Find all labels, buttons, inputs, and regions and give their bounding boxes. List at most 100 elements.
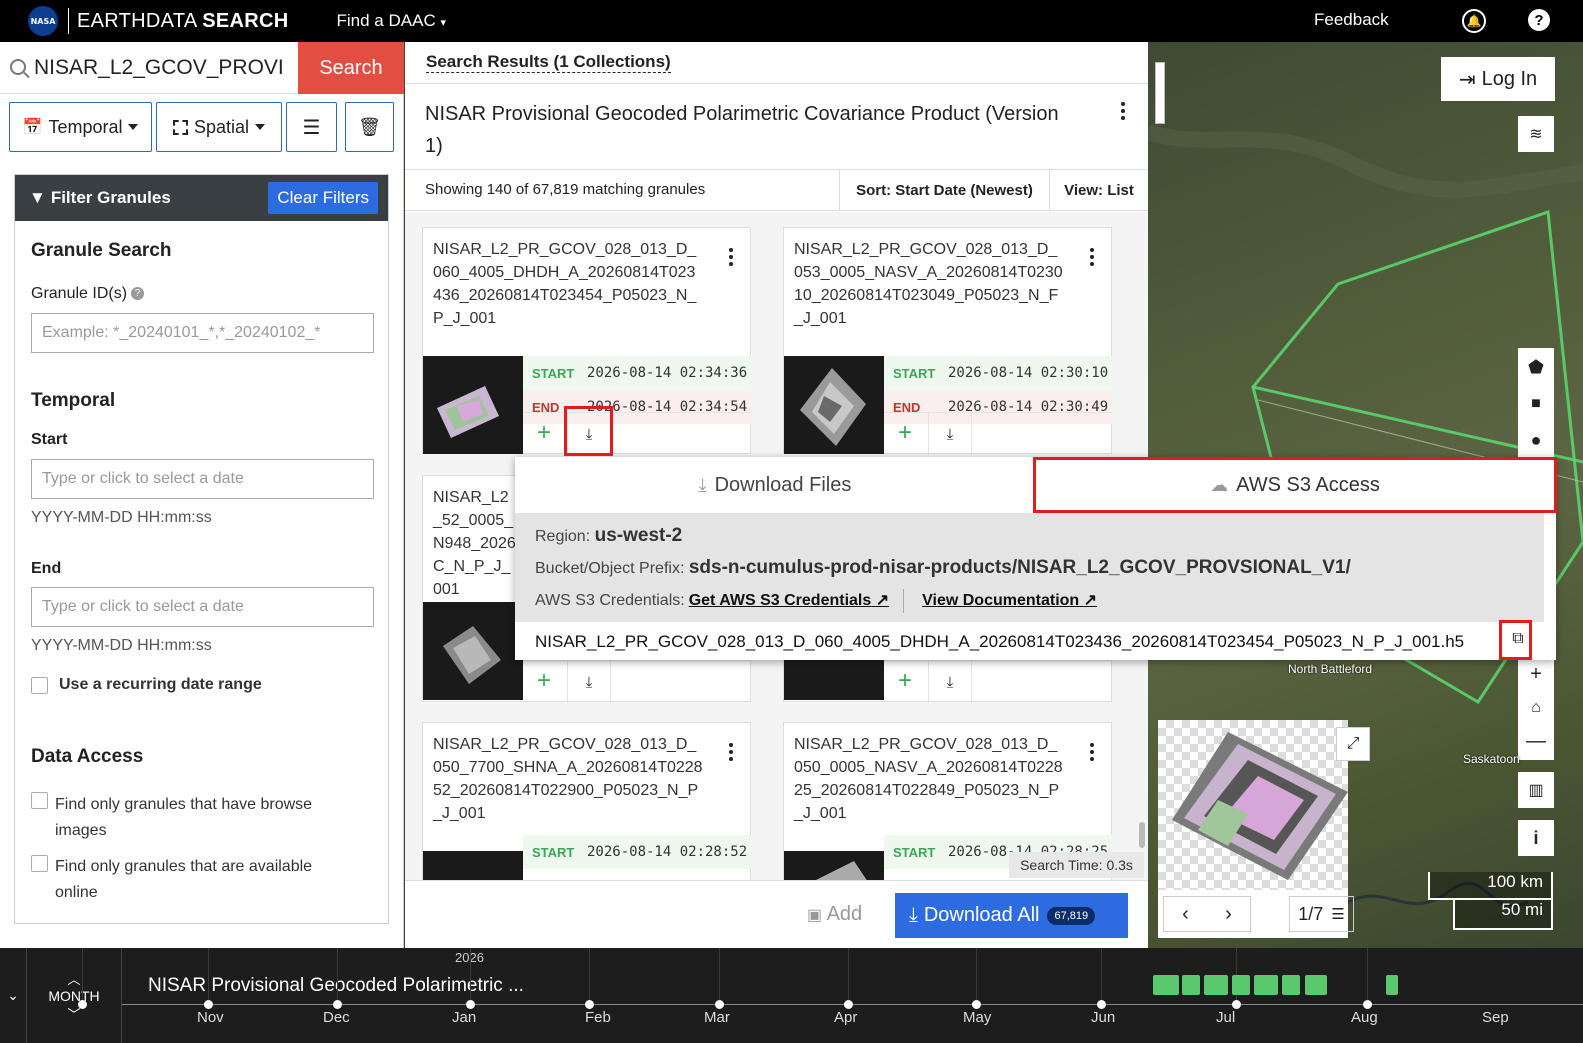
granule-name: NISAR_L2_PR_GCOV_028_013_D_053_0005_NASV… (794, 241, 1063, 327)
advanced-search-button[interactable]: ☰ (286, 102, 337, 152)
home-icon[interactable]: ⌂ (1531, 699, 1541, 717)
timeline-month-label[interactable]: Jun (1091, 1009, 1115, 1026)
timeline-month-label[interactable]: Jul (1216, 1009, 1235, 1026)
start-key: START (532, 844, 575, 860)
circle-draw-icon[interactable]: ● (1531, 430, 1542, 451)
expand-icon[interactable]: ⤢ (1336, 727, 1370, 761)
online-only-checkbox[interactable] (31, 855, 48, 872)
timeline-month-label[interactable]: Mar (704, 1009, 730, 1026)
granule-ids-label-text: Granule ID(s) (31, 285, 128, 302)
spatial-filter-button[interactable]: Spatial (156, 102, 282, 152)
granule-card[interactable]: NISAR_L2_PR_GCOV_028_013_D_053_0005_NASV… (783, 227, 1112, 455)
polygon-draw-icon[interactable]: ⬟ (1528, 357, 1544, 378)
granule-thumbnail[interactable] (423, 602, 523, 700)
timeline-month-label[interactable]: Nov (197, 1009, 224, 1026)
question-circle-icon[interactable]: ? (131, 287, 145, 301)
start-date-input[interactable]: Type or click to select a date (31, 459, 374, 499)
granule-card[interactable]: NISAR_L2_PR_GCOV_028_013_D_050_7700_SHNA… (422, 722, 751, 880)
granule-menu-icon[interactable] (1090, 743, 1094, 764)
clear-filters-button[interactable]: Clear Filters (268, 182, 378, 214)
download-icon[interactable]: ⤓ (928, 661, 972, 703)
map-projection-icon[interactable]: ▥ (1518, 772, 1554, 808)
start-date-hint: YYYY-MM-DD HH:mm:ss (31, 509, 212, 526)
download-all-button[interactable]: ⤓ Download All 67,819 (895, 893, 1128, 938)
zoom-in-icon[interactable]: + (1530, 663, 1542, 686)
granule-thumbnail[interactable] (784, 851, 884, 880)
filter-granules-title: Filter Granules (50, 188, 171, 207)
timeline-month-label[interactable]: Feb (585, 1009, 611, 1026)
divider (405, 83, 1148, 84)
info-icon[interactable]: i (1518, 820, 1554, 856)
login-button[interactable]: ⇥ Log In (1441, 57, 1555, 101)
preview-page-count: 1/7 (1298, 903, 1324, 924)
cloud-icon: ☁ (1210, 474, 1229, 495)
tab-download-files[interactable]: ⤓ Download Files (515, 457, 1035, 513)
add-to-project-button[interactable]: ▣ Add (807, 903, 862, 926)
chevron-right-icon[interactable]: › (1225, 903, 1232, 926)
search-bar: Search (0, 42, 404, 94)
granule-menu-icon[interactable] (729, 248, 733, 269)
collection-menu-icon[interactable] (1121, 102, 1125, 123)
view-documentation-link[interactable]: View Documentation ↗ (922, 592, 1097, 609)
zoom-up-icon[interactable]: ︿ (67, 969, 80, 988)
end-date-hint: YYYY-MM-DD HH:mm:ss (31, 637, 212, 654)
search-input[interactable] (34, 54, 284, 82)
thumbnail-image (443, 626, 501, 684)
feedback-link[interactable]: Feedback (1314, 10, 1389, 30)
temporal-filter-button[interactable]: 📅 Temporal (9, 102, 152, 152)
recurring-checkbox[interactable] (31, 677, 48, 694)
timeline-granule-bar (1204, 975, 1228, 995)
download-icon[interactable]: ⤓ (928, 413, 972, 455)
download-icon[interactable]: ⤓ (567, 661, 611, 703)
granule-thumbnail[interactable] (423, 356, 523, 454)
download-all-label: Download All (923, 904, 1040, 926)
list-icon: ☰ (1331, 906, 1345, 923)
preview-page[interactable]: 1/7 ☰ (1289, 896, 1354, 932)
earthdata-search-brand[interactable]: EARTHDATA SEARCH (77, 10, 289, 33)
find-daac-menu[interactable]: Find a DAAC ▾ (337, 11, 446, 31)
download-popover: ⤓ Download Files ☁ AWS S3 Access Region: u… (515, 457, 1556, 660)
granule-ids-label: Granule ID(s)? (31, 285, 145, 303)
granule-menu-icon[interactable] (1090, 248, 1094, 269)
chevron-left-icon[interactable]: ‹ (1182, 903, 1189, 926)
timeline-month-label[interactable]: Jan (452, 1009, 476, 1026)
granule-thumbnail[interactable] (423, 851, 523, 880)
search-button[interactable]: Search (298, 42, 404, 94)
zoom-out-icon[interactable]: — (1526, 730, 1546, 753)
timeline-dot (1363, 1000, 1372, 1009)
results-scrollbar[interactable] (1139, 822, 1145, 848)
sort-dropdown[interactable]: Sort: Start Date (Newest) (839, 170, 1049, 210)
search-sidebar: Search 📅 Temporal Spatial ☰ 🗑 ▼Filter Gra… (0, 42, 404, 948)
granule-menu-icon[interactable] (729, 743, 733, 764)
collapse-timeline-icon[interactable]: ⌄ (0, 948, 27, 1043)
tab-aws-s3-access[interactable]: ☁ AWS S3 Access (1035, 457, 1555, 513)
panel-resize-handle[interactable] (1155, 62, 1165, 124)
notification-bell-icon[interactable]: 🔔 (1462, 9, 1486, 33)
granule-card[interactable]: NISAR_L2_PR_GCOV_028_013_D_060_4005_DHDH… (422, 227, 751, 455)
add-granule-icon[interactable]: + (537, 667, 551, 695)
granule-ids-input[interactable]: Example: *_20240101_*,*_20240102_* (31, 313, 374, 353)
copy-icon[interactable]: ⧉ (1503, 623, 1533, 655)
download-icon[interactable]: ⤓ (567, 413, 611, 455)
search-results-tab[interactable]: Search Results (1 Collections) (426, 52, 671, 73)
browse-image-preview: ⤢ ‹ › 1/7 ☰ (1158, 720, 1370, 938)
view-dropdown[interactable]: View: List (1049, 170, 1148, 210)
layers-icon[interactable]: ≋ (1518, 116, 1554, 152)
clear-all-button[interactable]: 🗑 (345, 102, 394, 152)
timeline-month-label[interactable]: Dec (323, 1009, 350, 1026)
rectangle-draw-icon[interactable]: ■ (1531, 395, 1541, 413)
nasa-logo[interactable]: NASA (28, 6, 58, 36)
timeline-month-label[interactable]: May (963, 1009, 991, 1026)
add-granule-icon[interactable]: + (537, 419, 551, 447)
browse-only-checkbox[interactable] (31, 792, 48, 809)
get-credentials-link[interactable]: Get AWS S3 Credentials ↗ (689, 592, 889, 609)
end-date-input[interactable]: Type or click to select a date (31, 587, 374, 627)
timeline[interactable]: ⌄ ︿ MONTH ﹀ 2026 NISAR Provisional Geoco… (0, 948, 1583, 1043)
help-icon[interactable]: ? (1528, 9, 1550, 31)
granule-thumbnail[interactable] (784, 356, 884, 454)
timeline-month-label[interactable]: Aug (1351, 1009, 1378, 1026)
timeline-month-label[interactable]: Apr (834, 1009, 857, 1026)
timeline-month-label[interactable]: Sep (1482, 1009, 1509, 1026)
add-granule-icon[interactable]: + (898, 667, 912, 695)
add-granule-icon[interactable]: + (898, 419, 912, 447)
